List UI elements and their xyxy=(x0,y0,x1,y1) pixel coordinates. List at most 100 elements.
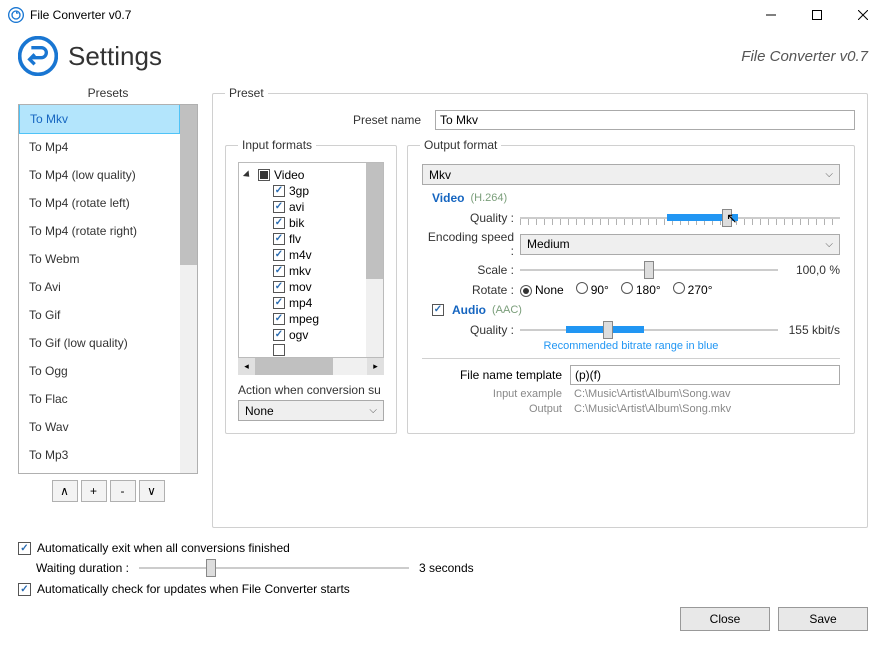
close-window-button[interactable] xyxy=(840,0,886,30)
action-label: Action when conversion su xyxy=(238,383,384,397)
scale-slider[interactable] xyxy=(520,260,778,280)
preset-item[interactable]: To Mp4 (rotate left) xyxy=(19,189,180,217)
output-example-value: C:\Music\Artist\Album\Song.mkv xyxy=(574,403,731,415)
output-format-select[interactable]: Mkv xyxy=(422,164,840,185)
auto-exit-label: Automatically exit when all conversions … xyxy=(37,541,290,555)
preset-item[interactable]: To Gif xyxy=(19,301,180,329)
window-title: File Converter v0.7 xyxy=(30,8,748,22)
preset-item[interactable]: To Webm xyxy=(19,245,180,273)
video-section-header: Video(H.264) xyxy=(432,191,840,205)
scale-value: 100,0 % xyxy=(778,263,840,277)
tree-item[interactable]: flv xyxy=(239,231,366,247)
audio-quality-value: 155 kbit/s xyxy=(778,323,840,337)
preset-move-up-button[interactable]: ∧ xyxy=(52,480,78,502)
format-checkbox[interactable] xyxy=(273,233,285,245)
tree-scrollbar[interactable] xyxy=(366,163,383,357)
format-checkbox[interactable] xyxy=(273,297,285,309)
tree-item[interactable]: avi xyxy=(239,199,366,215)
rotate-option[interactable]: 270° xyxy=(673,282,713,297)
audio-quality-label: Quality : xyxy=(422,323,520,337)
preset-item[interactable]: To Ogg xyxy=(19,357,180,385)
tree-item[interactable]: mov xyxy=(239,279,366,295)
preset-name-input[interactable] xyxy=(435,110,855,130)
tree-item[interactable]: mp4 xyxy=(239,295,366,311)
preset-item[interactable]: To Avi xyxy=(19,273,180,301)
preset-item[interactable]: To Mkv xyxy=(19,105,180,134)
video-quality-slider[interactable]: ↖ xyxy=(520,208,840,228)
rotate-option[interactable]: 90° xyxy=(576,282,609,297)
preset-move-down-button[interactable]: ∨ xyxy=(139,480,165,502)
format-checkbox[interactable] xyxy=(273,313,285,325)
tree-item[interactable]: 3gp xyxy=(239,183,366,199)
preset-item[interactable]: To Gif (low quality) xyxy=(19,329,180,357)
wait-duration-label: Waiting duration : xyxy=(36,561,129,575)
input-formats-fieldset: Input formats Video3gpavibikflvm4vmkvmov… xyxy=(225,138,397,434)
preset-item[interactable]: To Mp4 (rotate right) xyxy=(19,217,180,245)
audio-quality-slider[interactable] xyxy=(520,320,778,340)
save-button[interactable]: Save xyxy=(778,607,868,631)
format-checkbox[interactable] xyxy=(273,217,285,229)
output-format-fieldset: Output format Mkv Video(H.264) Quality :… xyxy=(407,138,855,434)
minimize-button[interactable] xyxy=(748,0,794,30)
format-checkbox[interactable] xyxy=(273,265,285,277)
preset-add-button[interactable]: + xyxy=(81,480,107,502)
rotate-option[interactable]: 180° xyxy=(621,282,661,297)
wait-duration-slider[interactable] xyxy=(139,558,409,578)
close-button[interactable]: Close xyxy=(680,607,770,631)
page-title: Settings xyxy=(68,41,741,72)
preset-item[interactable]: To Flac xyxy=(19,385,180,413)
output-legend: Output format xyxy=(420,138,501,152)
audio-section-header: Audio(AAC) xyxy=(432,303,840,317)
action-select[interactable]: None xyxy=(238,400,384,421)
input-example-value: C:\Music\Artist\Album\Song.wav xyxy=(574,388,731,400)
audio-enable-checkbox[interactable] xyxy=(432,304,444,316)
auto-update-label: Automatically check for updates when Fil… xyxy=(37,582,350,596)
file-template-label: File name template xyxy=(422,368,562,382)
input-example-label: Input example xyxy=(422,388,562,400)
enc-speed-label: Encoding speed : xyxy=(422,230,520,258)
bitrate-reco-text: Recommended bitrate range in blue xyxy=(422,340,840,352)
preset-remove-button[interactable]: - xyxy=(110,480,136,502)
tree-item[interactable]: mpeg xyxy=(239,311,366,327)
rotate-option[interactable]: None xyxy=(520,283,564,297)
scale-label: Scale : xyxy=(422,263,520,277)
presets-scrollbar[interactable] xyxy=(180,105,197,473)
format-checkbox[interactable] xyxy=(273,281,285,293)
format-checkbox[interactable] xyxy=(273,329,285,341)
tree-item[interactable]: ogv xyxy=(239,327,366,343)
output-example-label: Output xyxy=(422,403,562,415)
titlebar: File Converter v0.7 xyxy=(0,0,886,30)
app-icon xyxy=(8,7,24,23)
rotate-label: Rotate : xyxy=(422,283,520,297)
format-checkbox[interactable] xyxy=(273,344,285,356)
preset-item[interactable]: To Mp4 xyxy=(19,133,180,161)
tree-item[interactable] xyxy=(239,343,366,357)
format-checkbox[interactable] xyxy=(273,201,285,213)
group-checkbox[interactable] xyxy=(258,169,270,181)
preset-item[interactable]: To Mp3 xyxy=(19,441,180,469)
presets-label: Presets xyxy=(18,86,198,100)
page-subtitle: File Converter v0.7 xyxy=(741,48,868,65)
settings-logo-icon xyxy=(18,36,58,76)
preset-item[interactable]: To Mp4 (low quality) xyxy=(19,161,180,189)
tree-group[interactable]: Video xyxy=(239,167,366,183)
preset-legend: Preset xyxy=(225,86,268,100)
tree-item[interactable]: bik xyxy=(239,215,366,231)
tree-item[interactable]: m4v xyxy=(239,247,366,263)
presets-list: To MkvTo Mp4To Mp4 (low quality)To Mp4 (… xyxy=(18,104,198,474)
wait-duration-value: 3 seconds xyxy=(419,561,474,575)
enc-speed-select[interactable]: Medium xyxy=(520,234,840,255)
header: Settings File Converter v0.7 xyxy=(0,30,886,86)
auto-exit-checkbox[interactable] xyxy=(18,542,31,555)
format-checkbox[interactable] xyxy=(273,249,285,261)
video-quality-label: Quality : xyxy=(422,211,520,225)
file-template-input[interactable] xyxy=(570,365,840,385)
maximize-button[interactable] xyxy=(794,0,840,30)
preset-name-label: Preset name xyxy=(225,113,425,127)
format-checkbox[interactable] xyxy=(273,185,285,197)
tree-hscrollbar[interactable]: ◂▸ xyxy=(238,358,384,375)
tree-item[interactable]: mkv xyxy=(239,263,366,279)
preset-item[interactable]: To Wav xyxy=(19,413,180,441)
input-formats-legend: Input formats xyxy=(238,138,316,152)
auto-update-checkbox[interactable] xyxy=(18,583,31,596)
